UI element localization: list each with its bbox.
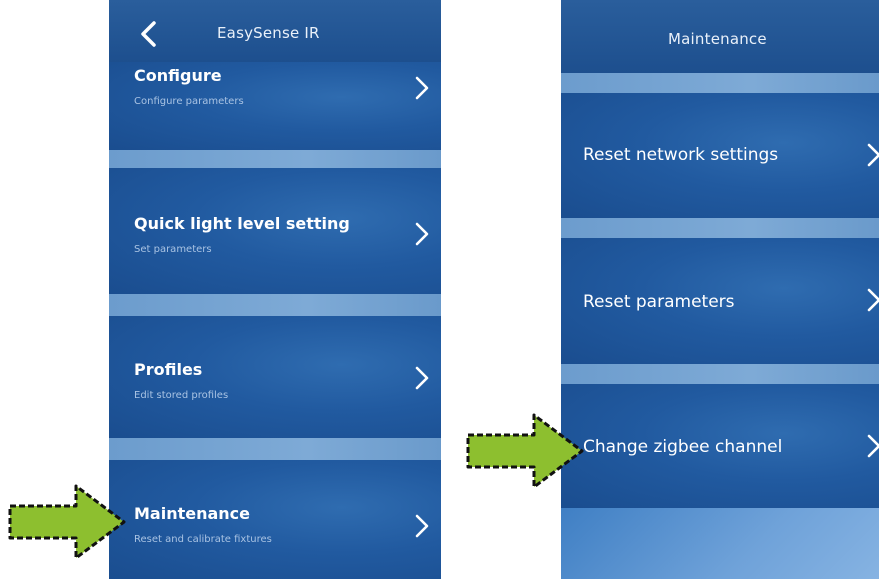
menu-item-maintenance-label: Maintenance	[134, 504, 251, 523]
separator	[561, 364, 879, 384]
menu-item-quick-light-level[interactable]: Quick light level setting Set parameters	[109, 168, 441, 294]
separator	[109, 294, 441, 316]
empty-area	[561, 508, 879, 579]
menu-item-configure-label: Configure	[134, 66, 222, 85]
chevron-right-icon	[415, 222, 429, 246]
separator	[109, 150, 441, 168]
right-header-title: Maintenance	[668, 30, 767, 48]
menu-item-profiles-label: Profiles	[134, 360, 203, 379]
menu-item-reset-network[interactable]: Reset network settings	[561, 93, 879, 218]
menu-item-maintenance-sub: Reset and calibrate fixtures	[134, 534, 272, 545]
left-header-title: EasySense IR	[217, 24, 320, 42]
menu-item-change-zigbee-channel[interactable]: Change zigbee channel	[561, 384, 879, 508]
green-arrow-icon	[8, 484, 126, 560]
left-screen: EasySense IR Configure Configure paramet…	[109, 0, 441, 579]
chevron-right-icon	[415, 366, 429, 390]
chevron-right-icon	[415, 514, 429, 538]
chevron-right-icon	[867, 434, 879, 458]
menu-item-reset-parameters-label: Reset parameters	[583, 292, 735, 312]
menu-item-quick-light-level-sub: Set parameters	[134, 244, 212, 255]
chevron-right-icon	[867, 288, 879, 312]
green-arrow-icon	[466, 413, 584, 489]
menu-item-configure[interactable]: Configure Configure parameters	[109, 62, 441, 150]
back-chevron-icon[interactable]	[137, 20, 161, 48]
menu-item-change-zigbee-channel-label: Change zigbee channel	[583, 437, 783, 457]
separator	[561, 73, 879, 93]
separator	[561, 218, 879, 238]
separator	[109, 438, 441, 460]
menu-item-reset-network-label: Reset network settings	[583, 145, 779, 165]
menu-item-configure-sub: Configure parameters	[134, 96, 244, 107]
chevron-right-icon	[867, 143, 879, 167]
right-header: Maintenance	[561, 0, 879, 73]
menu-item-quick-light-level-label: Quick light level setting	[134, 214, 350, 233]
right-screen: Maintenance Reset network settings Reset…	[561, 0, 879, 579]
menu-item-reset-parameters[interactable]: Reset parameters	[561, 238, 879, 364]
menu-item-profiles[interactable]: Profiles Edit stored profiles	[109, 316, 441, 438]
chevron-right-icon	[415, 76, 429, 100]
stage: EasySense IR Configure Configure paramet…	[0, 0, 879, 579]
menu-item-maintenance[interactable]: Maintenance Reset and calibrate fixtures	[109, 460, 441, 579]
left-header: EasySense IR	[109, 0, 441, 62]
menu-item-profiles-sub: Edit stored profiles	[134, 390, 229, 401]
